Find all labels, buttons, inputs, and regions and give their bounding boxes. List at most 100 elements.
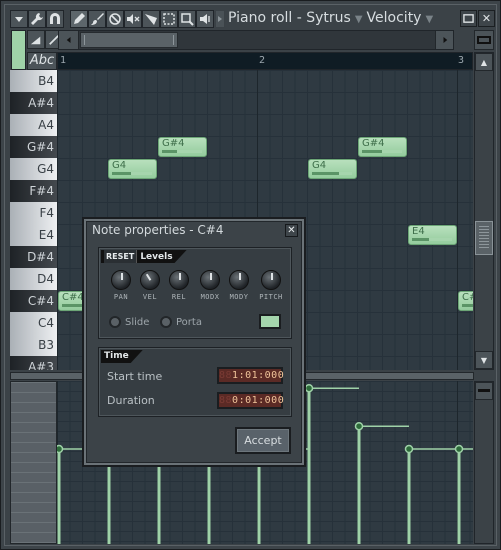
draw-tool-button[interactable] (70, 10, 88, 28)
paint-tool-button[interactable] (88, 10, 106, 28)
slide-toggle[interactable]: Slide (109, 316, 149, 328)
note-names-toggle[interactable]: Abc (27, 52, 57, 70)
vertical-scroll-thumb[interactable] (475, 221, 493, 255)
slice-icon (145, 14, 157, 25)
scroll-right-button[interactable] (435, 31, 453, 49)
event-selector[interactable]: Velocity (367, 10, 422, 26)
scroll-left-button[interactable] (59, 31, 79, 49)
note-label: G4 (112, 160, 127, 171)
note[interactable]: E4 (408, 225, 457, 245)
note[interactable]: G4 (308, 159, 357, 179)
knob-rel[interactable]: REL (165, 270, 193, 301)
levels-label: Levels (140, 252, 173, 262)
timeline-ruler[interactable]: 1 2 3 (57, 52, 473, 70)
note[interactable]: G#4 (358, 137, 407, 157)
menu-expand-button[interactable] (215, 10, 225, 28)
piano-key-c4[interactable]: C4 (10, 312, 57, 334)
slide-ramp-button[interactable] (27, 30, 45, 49)
note[interactable]: G#4 (158, 137, 207, 157)
close-button[interactable]: ✕ (478, 10, 495, 27)
piano-key-d4[interactable]: D4 (10, 268, 57, 290)
chevron-down-icon: ▼ (354, 14, 363, 25)
piano-key-b4[interactable]: B4 (10, 70, 57, 92)
velocity-handle[interactable] (454, 444, 464, 454)
piano-key-dsharp4[interactable]: D#4 (10, 246, 57, 268)
piano-key-f4[interactable]: F4 (10, 202, 57, 224)
time-tab: Time (101, 350, 143, 363)
zoom-horizontal-button[interactable] (474, 30, 494, 50)
piano-key-gsharp4[interactable]: G#4 (10, 136, 57, 158)
note[interactable]: C#4 (458, 291, 473, 311)
knob-dial[interactable] (229, 270, 249, 290)
horizontal-scroll-thumb[interactable] (80, 32, 178, 48)
knob-dial[interactable] (261, 270, 281, 290)
knob-mody[interactable]: MODY (225, 270, 253, 301)
velocity-handle[interactable] (57, 444, 64, 454)
playback-tool-button[interactable] (196, 10, 214, 28)
velocity-handle[interactable] (304, 383, 314, 393)
velocity-handle[interactable] (404, 444, 414, 454)
dialog-close-button[interactable]: ✕ (285, 224, 298, 237)
piano-key-fsharp4[interactable]: F#4 (10, 180, 57, 202)
knob-pan[interactable]: PAN (107, 270, 135, 301)
piano-key-b3[interactable]: B3 (10, 334, 57, 356)
select-tool-button[interactable] (160, 10, 178, 28)
knob-pitch[interactable]: PITCH (257, 270, 285, 301)
mute-icon (127, 14, 140, 24)
close-icon: ✕ (287, 225, 296, 236)
mute-tool-button[interactable] (124, 10, 142, 28)
knob-dial[interactable] (169, 270, 189, 290)
piano-key-asharp4[interactable]: A#4 (10, 92, 57, 114)
knob-vel[interactable]: VEL (136, 270, 164, 301)
snap-magnet-button[interactable] (46, 10, 64, 28)
arrow-down-icon: ▼ (480, 355, 488, 365)
piano-keyboard[interactable]: B4 A#4 A4 G#4 G4 F#4 F4 E4 D#4 D4 C#4 C4 B3 A#3 (10, 70, 57, 370)
arrow-up-icon: ▲ (480, 57, 488, 67)
piano-key-e4[interactable]: E4 (10, 224, 57, 246)
start-time-display[interactable]: 881:01:000 (217, 367, 284, 384)
note-label: G#4 (362, 138, 385, 149)
vertical-scrollbar[interactable]: ▲ ▼ (474, 52, 494, 370)
toolbar: Piano roll - Sytrus ▼ Velocity ▼ ✕ (8, 8, 495, 30)
scroll-up-button[interactable]: ▲ (475, 53, 493, 71)
knob-dial[interactable] (140, 270, 160, 290)
horizontal-scrollbar[interactable] (58, 30, 454, 50)
knob-dial[interactable] (200, 270, 220, 290)
scroll-down-button[interactable]: ▼ (475, 351, 493, 369)
piano-key-csharp4[interactable]: C#4 (10, 290, 57, 312)
menu-arrow-button[interactable] (10, 10, 28, 28)
duration-label: Duration (107, 394, 155, 407)
note-color-swatch[interactable] (259, 314, 281, 329)
maximize-button[interactable] (460, 10, 477, 27)
knob-label: MODY (229, 293, 249, 301)
channel-color-swatch[interactable] (11, 30, 26, 70)
duration-display[interactable]: 880:01:000 (217, 392, 284, 409)
event-zoom-button[interactable] (475, 382, 493, 400)
porta-toggle[interactable]: Porta (160, 316, 202, 328)
knob-modx[interactable]: MODX (196, 270, 224, 301)
porta-label: Porta (176, 316, 202, 328)
bar-number: 3 (458, 55, 465, 66)
knob-dial[interactable] (111, 270, 131, 290)
piano-key-asharp3[interactable]: A#3 (10, 356, 57, 370)
note-velocity-bar (162, 150, 202, 153)
event-editor-scrollbar[interactable] (474, 381, 494, 544)
delete-icon (109, 13, 121, 25)
bar-number: 2 (259, 55, 266, 66)
slice-tool-button[interactable] (142, 10, 160, 28)
wrench-button[interactable] (28, 10, 46, 28)
velocity-handle[interactable] (354, 421, 364, 431)
delete-tool-button[interactable] (106, 10, 124, 28)
knob-label: PAN (113, 293, 129, 301)
accept-button[interactable]: Accept (235, 427, 291, 454)
zoom-tool-button[interactable] (178, 10, 196, 28)
start-time-label: Start time (107, 370, 163, 383)
note[interactable]: G4 (108, 159, 157, 179)
target-channel-selector[interactable]: Sytrus (306, 10, 351, 26)
select-icon (163, 13, 175, 25)
levels-panel: RESET Levels PAN VEL REL MODX MODY PITCH Slide… (98, 247, 292, 339)
piano-key-g4[interactable]: G4 (10, 158, 57, 180)
reset-button[interactable]: RESET (104, 250, 137, 263)
piano-key-a4[interactable]: A4 (10, 114, 57, 136)
toolbar-row-2 (8, 30, 495, 70)
